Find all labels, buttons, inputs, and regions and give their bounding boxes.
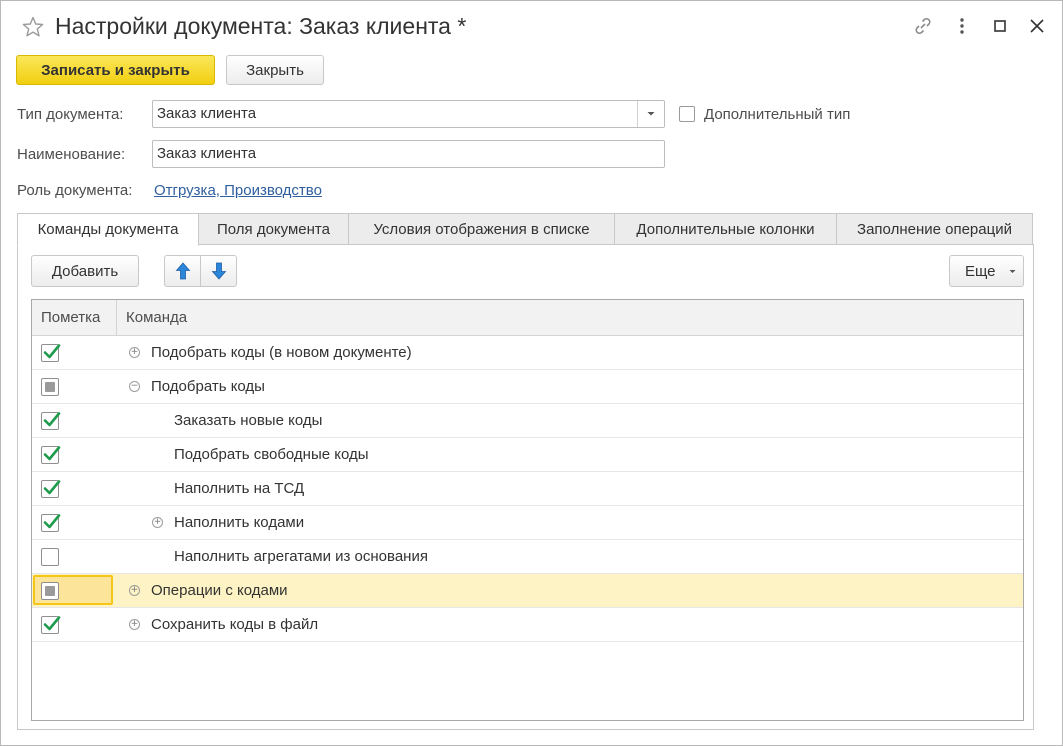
command-name: Сохранить коды в файл [151,616,319,633]
command-name: Подобрать свободные коды [174,446,369,463]
close-icon[interactable] [1026,15,1048,37]
checkmark-icon [43,514,61,529]
more-button[interactable]: Еще [949,255,1024,287]
collapse-icon[interactable]: − [129,381,140,392]
table-row[interactable]: Наполнить агрегатами из основания [32,540,1023,574]
tab-document-commands[interactable]: Команды документа [17,213,199,246]
save-and-close-button[interactable]: Записать и закрыть [16,55,215,85]
add-button[interactable]: Добавить [31,255,139,287]
tab-document-fields[interactable]: Поля документа [198,213,349,245]
expand-icon[interactable]: + [152,517,163,528]
move-up-button[interactable] [164,255,201,287]
checkmark-icon [43,412,61,427]
table-row[interactable]: + Наполнить кодами [32,506,1023,540]
mark-checkbox[interactable] [41,514,61,532]
command-name: Наполнить агрегатами из основания [174,548,428,565]
move-up-icon [175,262,190,280]
checkmark-icon [43,344,61,359]
tab-operations-fill[interactable]: Заполнение операций [836,213,1033,245]
table-row[interactable]: + Подобрать коды (в новом документе) [32,336,1023,370]
checkmark-icon [43,616,61,631]
mark-checkbox[interactable] [41,378,59,396]
role-label: Роль документа: [17,182,133,199]
name-input[interactable]: Заказ клиента [152,140,665,168]
column-header-command[interactable]: Команда [117,300,417,335]
settings-window: Настройки документа: Заказ клиента * Зап… [0,0,1063,746]
move-down-icon [211,262,226,280]
link-icon[interactable] [912,15,934,37]
doc-type-value: Заказ клиента [157,105,257,122]
move-down-button[interactable] [200,255,237,287]
extra-type-checkbox[interactable] [679,106,695,122]
extra-type-label[interactable]: Дополнительный тип [704,106,850,123]
mark-checkbox[interactable] [41,548,59,566]
table-header: Пометка Команда [32,300,1023,336]
expand-icon[interactable]: + [129,585,140,596]
expand-icon[interactable]: + [129,619,140,630]
command-name: Наполнить кодами [174,514,305,531]
close-button[interactable]: Закрыть [226,55,324,85]
mark-checkbox[interactable] [41,480,61,498]
doc-type-select[interactable]: Заказ клиента [152,100,665,128]
name-label: Наименование: [17,146,126,163]
mark-checkbox[interactable] [41,582,59,600]
more-vert-icon[interactable] [951,15,973,37]
doc-type-label: Тип документа: [17,106,124,123]
table-row[interactable]: Наполнить на ТСД [32,472,1023,506]
command-name: Подобрать коды [151,378,265,395]
checkmark-icon [43,480,61,495]
tab-list-display-conditions[interactable]: Условия отображения в списке [348,213,615,245]
window-title: Настройки документа: Заказ клиента * [55,13,467,39]
chevron-down-icon [1009,270,1016,273]
commands-table[interactable]: Пометка Команда + Подобрать коды (в новом… [31,299,1024,721]
role-link[interactable]: Отгрузка, Производство [154,182,322,199]
table-row[interactable]: Подобрать свободные коды [32,438,1023,472]
expand-icon[interactable]: + [129,347,140,358]
maximize-icon[interactable] [989,15,1011,37]
table-row[interactable]: − Подобрать коды [32,370,1023,404]
command-name: Наполнить на ТСД [174,480,305,497]
mark-checkbox[interactable] [41,616,61,634]
checkmark-icon [43,446,61,461]
table-row[interactable]: Заказать новые коды [32,404,1023,438]
command-name: Заказать новые коды [174,412,323,429]
mark-checkbox[interactable] [41,344,61,362]
tab-additional-columns[interactable]: Дополнительные колонки [614,213,837,245]
more-button-label: Еще [965,262,996,280]
column-header-mark[interactable]: Пометка [32,300,116,335]
star-icon[interactable] [21,15,45,39]
mark-checkbox[interactable] [41,412,61,430]
command-name: Подобрать коды (в новом документе) [151,344,412,361]
mark-checkbox[interactable] [41,446,61,464]
dropdown-arrow-icon[interactable] [637,101,664,127]
table-row[interactable]: + Сохранить коды в файл [32,608,1023,642]
table-row[interactable]: + Операции с кодами [32,574,1023,608]
command-name: Операции с кодами [151,582,288,599]
